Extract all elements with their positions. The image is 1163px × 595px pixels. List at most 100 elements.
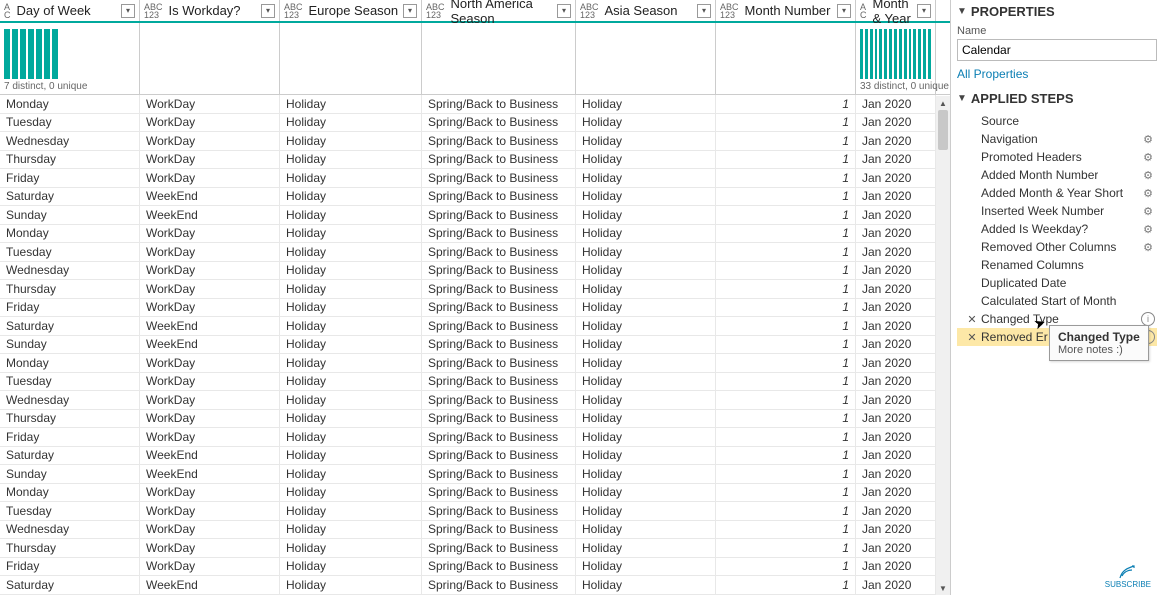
cell-europe[interactable]: Holiday bbox=[280, 225, 422, 243]
cell-europe[interactable]: Holiday bbox=[280, 558, 422, 576]
cell-na[interactable]: Spring/Back to Business bbox=[422, 354, 576, 372]
gear-icon[interactable]: ⚙ bbox=[1141, 133, 1155, 146]
step-calculated-start-of-month[interactable]: Calculated Start of Month bbox=[957, 292, 1157, 310]
cell-dayOfWeek[interactable]: Sunday bbox=[0, 206, 140, 224]
cell-asia[interactable]: Holiday bbox=[576, 373, 716, 391]
cell-na[interactable]: Spring/Back to Business bbox=[422, 521, 576, 539]
table-row[interactable]: WednesdayWorkDayHolidaySpring/Back to Bu… bbox=[0, 132, 950, 151]
step-duplicated-date[interactable]: Duplicated Date bbox=[957, 274, 1157, 292]
cell-isWorkday[interactable]: WeekEnd bbox=[140, 188, 280, 206]
table-row[interactable]: SundayWeekEndHolidaySpring/Back to Busin… bbox=[0, 465, 950, 484]
subscribe-badge[interactable]: SUBSCRIBE bbox=[1105, 564, 1151, 589]
cell-isWorkday[interactable]: WorkDay bbox=[140, 354, 280, 372]
cell-asia[interactable]: Holiday bbox=[576, 95, 716, 113]
cell-na[interactable]: Spring/Back to Business bbox=[422, 262, 576, 280]
cell-europe[interactable]: Holiday bbox=[280, 539, 422, 557]
cell-monthYear[interactable]: Jan 2020 bbox=[856, 169, 936, 187]
column-header-monthYear[interactable]: ACMonth & Year▾ bbox=[856, 0, 936, 21]
cell-europe[interactable]: Holiday bbox=[280, 354, 422, 372]
applied-steps-header[interactable]: ▼ APPLIED STEPS bbox=[957, 91, 1157, 106]
cell-asia[interactable]: Holiday bbox=[576, 558, 716, 576]
cell-europe[interactable]: Holiday bbox=[280, 95, 422, 113]
cell-na[interactable]: Spring/Back to Business bbox=[422, 428, 576, 446]
name-input[interactable] bbox=[957, 39, 1157, 61]
table-row[interactable]: SaturdayWeekEndHolidaySpring/Back to Bus… bbox=[0, 576, 950, 595]
cell-isWorkday[interactable]: WorkDay bbox=[140, 373, 280, 391]
cell-asia[interactable]: Holiday bbox=[576, 280, 716, 298]
cell-isWorkday[interactable]: WeekEnd bbox=[140, 336, 280, 354]
cell-monthNum[interactable]: 1 bbox=[716, 465, 856, 483]
cell-isWorkday[interactable]: WorkDay bbox=[140, 243, 280, 261]
cell-monthNum[interactable]: 1 bbox=[716, 410, 856, 428]
cell-asia[interactable]: Holiday bbox=[576, 410, 716, 428]
cell-monthYear[interactable]: Jan 2020 bbox=[856, 188, 936, 206]
cell-monthNum[interactable]: 1 bbox=[716, 280, 856, 298]
cell-monthYear[interactable]: Jan 2020 bbox=[856, 539, 936, 557]
cell-isWorkday[interactable]: WorkDay bbox=[140, 280, 280, 298]
cell-isWorkday[interactable]: WorkDay bbox=[140, 299, 280, 317]
cell-dayOfWeek[interactable]: Friday bbox=[0, 299, 140, 317]
cell-dayOfWeek[interactable]: Saturday bbox=[0, 447, 140, 465]
cell-monthYear[interactable]: Jan 2020 bbox=[856, 373, 936, 391]
column-header-dayOfWeek[interactable]: ACDay of Week▾ bbox=[0, 0, 140, 21]
table-row[interactable]: MondayWorkDayHolidaySpring/Back to Busin… bbox=[0, 354, 950, 373]
cell-na[interactable]: Spring/Back to Business bbox=[422, 447, 576, 465]
cell-na[interactable]: Spring/Back to Business bbox=[422, 502, 576, 520]
cell-monthNum[interactable]: 1 bbox=[716, 447, 856, 465]
cell-isWorkday[interactable]: WorkDay bbox=[140, 132, 280, 150]
cell-europe[interactable]: Holiday bbox=[280, 428, 422, 446]
cell-isWorkday[interactable]: WorkDay bbox=[140, 151, 280, 169]
cell-monthNum[interactable]: 1 bbox=[716, 243, 856, 261]
cell-isWorkday[interactable]: WorkDay bbox=[140, 521, 280, 539]
step-added-month-number[interactable]: Added Month Number⚙ bbox=[957, 166, 1157, 184]
cell-na[interactable]: Spring/Back to Business bbox=[422, 206, 576, 224]
cell-dayOfWeek[interactable]: Sunday bbox=[0, 465, 140, 483]
cell-na[interactable]: Spring/Back to Business bbox=[422, 558, 576, 576]
cell-asia[interactable]: Holiday bbox=[576, 539, 716, 557]
gear-icon[interactable]: ⚙ bbox=[1141, 169, 1155, 182]
cell-isWorkday[interactable]: WorkDay bbox=[140, 262, 280, 280]
gear-icon[interactable]: ⚙ bbox=[1141, 187, 1155, 200]
cell-asia[interactable]: Holiday bbox=[576, 391, 716, 409]
cell-monthNum[interactable]: 1 bbox=[716, 95, 856, 113]
cell-monthNum[interactable]: 1 bbox=[716, 132, 856, 150]
cell-monthYear[interactable]: Jan 2020 bbox=[856, 336, 936, 354]
cell-na[interactable]: Spring/Back to Business bbox=[422, 410, 576, 428]
step-source[interactable]: Source bbox=[957, 112, 1157, 130]
cell-isWorkday[interactable]: WorkDay bbox=[140, 558, 280, 576]
cell-europe[interactable]: Holiday bbox=[280, 317, 422, 335]
cell-asia[interactable]: Holiday bbox=[576, 206, 716, 224]
cell-isWorkday[interactable]: WorkDay bbox=[140, 114, 280, 132]
table-row[interactable]: MondayWorkDayHolidaySpring/Back to Busin… bbox=[0, 484, 950, 503]
cell-dayOfWeek[interactable]: Wednesday bbox=[0, 132, 140, 150]
scroll-down-icon[interactable]: ▼ bbox=[936, 581, 950, 595]
cell-europe[interactable]: Holiday bbox=[280, 447, 422, 465]
cell-europe[interactable]: Holiday bbox=[280, 336, 422, 354]
cell-monthNum[interactable]: 1 bbox=[716, 428, 856, 446]
cell-europe[interactable]: Holiday bbox=[280, 484, 422, 502]
cell-asia[interactable]: Holiday bbox=[576, 354, 716, 372]
cell-isWorkday[interactable]: WeekEnd bbox=[140, 206, 280, 224]
cell-asia[interactable]: Holiday bbox=[576, 262, 716, 280]
cell-asia[interactable]: Holiday bbox=[576, 169, 716, 187]
cell-na[interactable]: Spring/Back to Business bbox=[422, 169, 576, 187]
step-removed-other-columns[interactable]: Removed Other Columns⚙ bbox=[957, 238, 1157, 256]
cell-isWorkday[interactable]: WorkDay bbox=[140, 95, 280, 113]
cell-europe[interactable]: Holiday bbox=[280, 373, 422, 391]
cell-asia[interactable]: Holiday bbox=[576, 484, 716, 502]
cell-europe[interactable]: Holiday bbox=[280, 521, 422, 539]
table-row[interactable]: WednesdayWorkDayHolidaySpring/Back to Bu… bbox=[0, 262, 950, 281]
table-row[interactable]: ThursdayWorkDayHolidaySpring/Back to Bus… bbox=[0, 151, 950, 170]
filter-dropdown-icon[interactable]: ▾ bbox=[697, 4, 711, 18]
step-navigation[interactable]: Navigation⚙ bbox=[957, 130, 1157, 148]
cell-asia[interactable]: Holiday bbox=[576, 576, 716, 594]
cell-dayOfWeek[interactable]: Wednesday bbox=[0, 391, 140, 409]
cell-dayOfWeek[interactable]: Monday bbox=[0, 225, 140, 243]
column-header-europe[interactable]: ABC123Europe Season▾ bbox=[280, 0, 422, 21]
cell-monthNum[interactable]: 1 bbox=[716, 391, 856, 409]
cell-isWorkday[interactable]: WorkDay bbox=[140, 428, 280, 446]
cell-europe[interactable]: Holiday bbox=[280, 502, 422, 520]
table-row[interactable]: SundayWeekEndHolidaySpring/Back to Busin… bbox=[0, 336, 950, 355]
cell-dayOfWeek[interactable]: Sunday bbox=[0, 336, 140, 354]
cell-isWorkday[interactable]: WorkDay bbox=[140, 410, 280, 428]
